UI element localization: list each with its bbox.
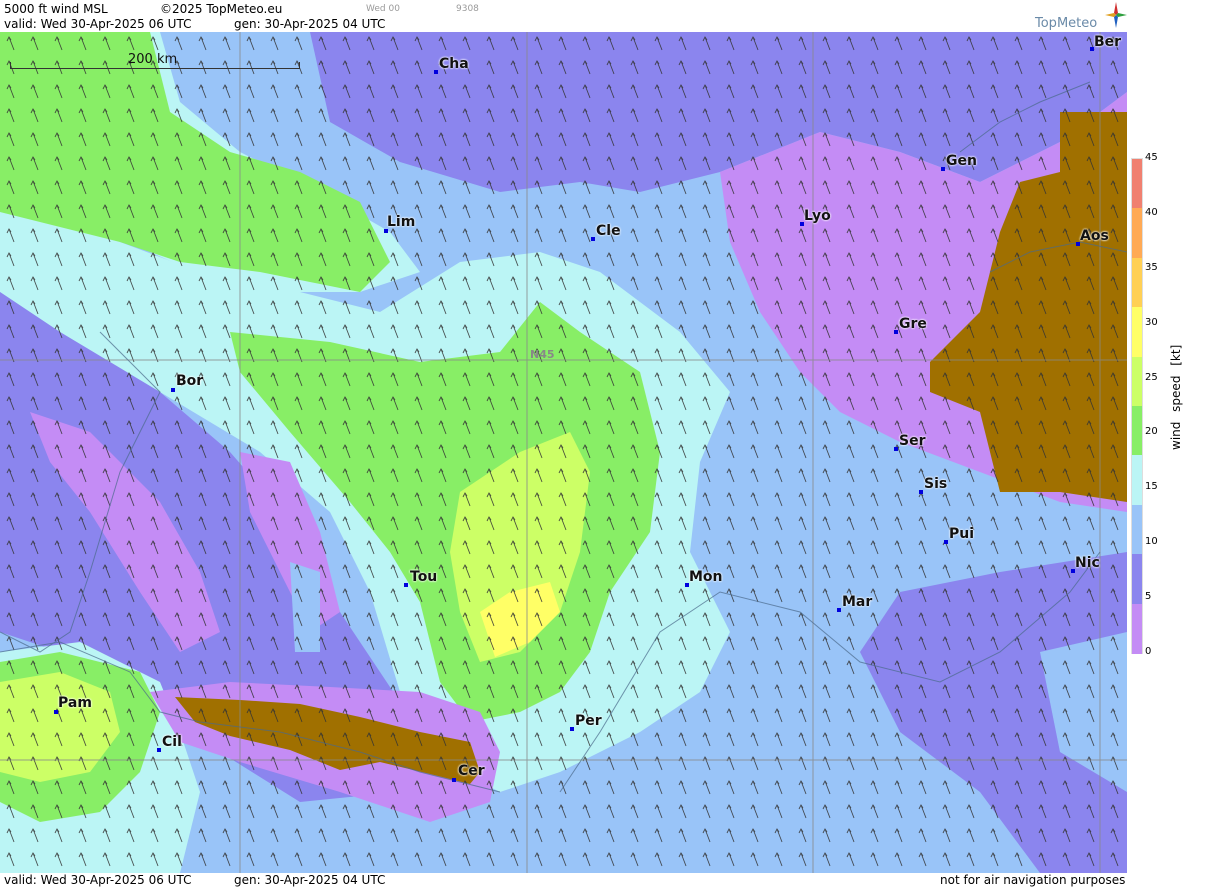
city-label: Mar — [842, 594, 873, 610]
city-label: Lim — [387, 214, 416, 230]
city-dot — [591, 237, 595, 241]
legend-tick-label: 45 — [1145, 152, 1158, 163]
city-label: Cha — [439, 56, 469, 72]
city-label: Mon — [689, 569, 723, 585]
city-label: Cle — [596, 223, 621, 239]
legend-color-segment — [1132, 455, 1142, 506]
topmeteo-logo: TopMeteo — [1035, 2, 1127, 32]
small-day-label: Wed 00 — [366, 4, 400, 14]
legend-tick-label: 30 — [1145, 316, 1158, 328]
city-dot — [157, 748, 161, 752]
footer-generated-time: gen: 30-Apr-2025 04 UTC — [234, 873, 386, 887]
city-label: Bor — [176, 373, 204, 389]
city-label: Cer — [458, 763, 485, 779]
legend-color-segment — [1132, 554, 1142, 605]
header-bar: 5000 ft wind MSL ©2025 TopMeteo.eu Wed 0… — [0, 0, 1127, 32]
city-label: Gen — [946, 153, 977, 169]
legend-color-segment — [1132, 504, 1142, 555]
legend-color-segment — [1132, 603, 1142, 654]
city-dot — [171, 388, 175, 392]
product-title: 5000 ft wind MSL — [4, 2, 108, 16]
city-dot — [894, 447, 898, 451]
city-label: Lyo — [804, 208, 831, 224]
legend-color-segment — [1132, 307, 1142, 358]
legend-tick-label: 15 — [1145, 481, 1158, 493]
city-label: Gre — [899, 316, 927, 332]
city-dot — [452, 778, 456, 782]
generated-time: gen: 30-Apr-2025 04 UTC — [234, 17, 386, 31]
valid-time: valid: Wed 30-Apr-2025 06 UTC — [4, 17, 192, 31]
legend-color-segment — [1132, 159, 1142, 209]
wind-map: 200 km N45 Cha Ber Gen Lim Cle Lyo Aos G… — [0, 32, 1127, 873]
city-dot — [404, 583, 408, 587]
city-label: Cil — [162, 734, 182, 750]
legend-tick-label: 0 — [1145, 646, 1152, 657]
footer-bar: valid: Wed 30-Apr-2025 06 UTC gen: 30-Ap… — [0, 873, 1127, 887]
legend-tick-label: 10 — [1145, 536, 1158, 548]
city-dot — [570, 727, 574, 731]
legend-panel: 45 40 35 30 25 20 15 10 5 0 wind speed [kt] — [1127, 0, 1219, 887]
compass-star-icon — [1105, 2, 1127, 28]
legend-tick-label: 20 — [1145, 426, 1158, 438]
city-label: Sis — [924, 476, 948, 492]
legend-color-bar — [1131, 158, 1143, 654]
city-label: Ber — [1094, 34, 1122, 50]
city-label: Ser — [899, 433, 926, 449]
logo-text: TopMeteo — [1035, 16, 1098, 31]
legend-color-segment — [1132, 208, 1142, 259]
small-code-label: 9308 — [456, 4, 479, 14]
city-dot — [894, 330, 898, 334]
city-dot — [941, 167, 945, 171]
disclaimer-text: not for air navigation purposes — [940, 873, 1126, 887]
city-label: Aos — [1080, 228, 1109, 244]
legend-color-segment — [1132, 406, 1142, 456]
legend-color-segment — [1132, 257, 1142, 308]
city-label: Pam — [58, 695, 92, 711]
copyright-text: ©2025 TopMeteo.eu — [160, 2, 283, 16]
city-dot — [944, 540, 948, 544]
grid-latitude-label: N45 — [530, 348, 555, 361]
legend-tick-label: 5 — [1145, 591, 1152, 603]
legend-color-segment — [1132, 356, 1142, 407]
legend-title: wind speed [kt] — [1169, 344, 1183, 450]
legend-tick-label: 40 — [1145, 206, 1158, 218]
footer-valid-time: valid: Wed 30-Apr-2025 06 UTC — [4, 873, 192, 887]
city-dot — [837, 608, 841, 612]
legend-tick-label: 35 — [1145, 261, 1158, 273]
city-label: Pui — [949, 526, 975, 542]
city-dot — [434, 70, 438, 74]
legend-tick-label: 25 — [1145, 371, 1158, 383]
city-label: Nic — [1075, 555, 1100, 571]
city-label: Tou — [410, 569, 438, 585]
city-label: Per — [575, 713, 602, 729]
city-dot — [919, 490, 923, 494]
scale-label: 200 km — [128, 52, 178, 67]
